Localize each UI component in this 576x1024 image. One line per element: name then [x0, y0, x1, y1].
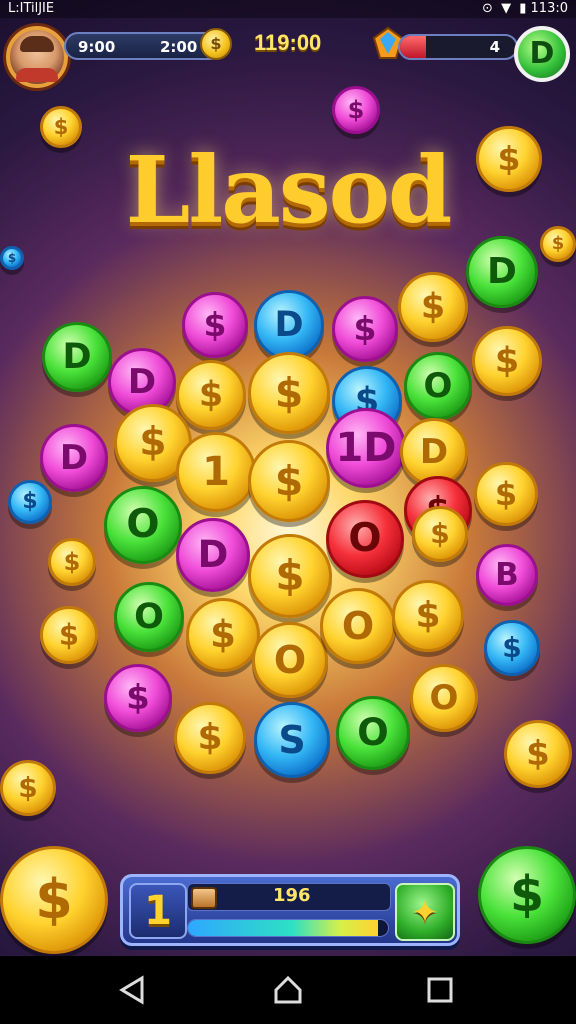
gold-coin[interactable]: $: [248, 440, 330, 522]
pink-coin[interactable]: $: [332, 86, 380, 134]
gold-coin[interactable]: $: [248, 534, 332, 618]
pink-coin[interactable]: D: [176, 518, 250, 592]
gold-coin[interactable]: $: [540, 226, 576, 262]
avatar-shirt: [16, 68, 58, 82]
health-fill: [400, 36, 426, 58]
wifi-icon: ▼: [501, 1, 512, 16]
blue-coin[interactable]: D: [254, 290, 324, 360]
level-button[interactable]: 1: [129, 883, 187, 939]
health-bar: 4: [398, 34, 518, 60]
chest-icon: [191, 887, 217, 909]
back-icon[interactable]: [112, 970, 152, 1010]
player-avatar[interactable]: [6, 26, 68, 88]
pink-coin[interactable]: $: [182, 292, 248, 358]
green-coin[interactable]: O: [104, 486, 182, 564]
gold-coin[interactable]: $: [174, 702, 246, 774]
gold-coin[interactable]: O: [252, 622, 328, 698]
progress-fill: [188, 920, 378, 936]
status-bar: L:ITilJIE ⊙ ▼ ▮ 113:0: [0, 0, 576, 18]
blue-coin[interactable]: $: [484, 620, 540, 676]
green-coin[interactable]: D: [466, 236, 538, 308]
avatar-hair: [20, 36, 54, 52]
green-coin[interactable]: $: [478, 846, 576, 944]
pink-coin[interactable]: 1D: [326, 408, 406, 488]
coin-count: 196: [273, 885, 311, 906]
game-scene: L:ITilJIE ⊙ ▼ ▮ 113:0 9:00 2:00 $ 119:00…: [0, 0, 576, 1024]
home-icon[interactable]: [268, 970, 308, 1010]
score-counter: 119:00: [254, 30, 322, 55]
gold-coin[interactable]: $: [398, 272, 468, 342]
star-bonus-button[interactable]: ✦: [395, 883, 455, 941]
gold-coin[interactable]: $: [0, 846, 108, 954]
gold-coin[interactable]: O: [320, 588, 396, 664]
gold-coin[interactable]: $: [0, 760, 56, 816]
gold-coin[interactable]: $: [176, 360, 246, 430]
status-left-text: L:ITilJIE: [8, 1, 55, 16]
gold-coin[interactable]: $: [392, 580, 464, 652]
gold-coin[interactable]: $: [412, 506, 468, 562]
system-nav-bar: [0, 956, 576, 1024]
gold-coin[interactable]: $: [248, 352, 330, 434]
health-value: 4: [489, 38, 500, 56]
pink-coin[interactable]: D: [40, 424, 108, 492]
battery-icon: ▮: [519, 1, 527, 16]
gold-coin[interactable]: $: [504, 720, 572, 788]
cash-shop-button[interactable]: D: [514, 26, 570, 82]
timer-left: 9:00: [78, 38, 116, 56]
status-clock: 113:0: [530, 1, 568, 16]
green-coin[interactable]: O: [404, 352, 472, 420]
pink-coin[interactable]: $: [104, 664, 172, 732]
gold-coin[interactable]: $: [40, 606, 98, 664]
gold-coin[interactable]: $: [474, 462, 538, 526]
blue-coin[interactable]: S: [254, 702, 330, 778]
gold-coin[interactable]: $: [40, 106, 82, 148]
pink-coin[interactable]: B: [476, 544, 538, 606]
gold-coin[interactable]: $: [48, 538, 96, 586]
gold-coin[interactable]: 1: [176, 432, 256, 512]
coin-icon: $: [200, 28, 232, 60]
top-hud: 9:00 2:00 $ 119:00 4 D: [0, 22, 576, 92]
progress-bar: [187, 919, 389, 937]
gold-coin[interactable]: $: [472, 326, 542, 396]
timer-right: 2:00: [160, 38, 198, 56]
green-coin[interactable]: D: [42, 322, 112, 392]
blue-coin[interactable]: $: [0, 246, 24, 270]
recents-icon[interactable]: [420, 970, 460, 1010]
bottom-hud: 1 196 ✦: [120, 874, 460, 946]
blue-coin[interactable]: $: [8, 480, 52, 524]
gold-coin[interactable]: $: [186, 598, 260, 672]
green-coin[interactable]: O: [114, 582, 184, 652]
gold-coin[interactable]: O: [410, 664, 478, 732]
pink-coin[interactable]: $: [332, 296, 398, 362]
red-coin[interactable]: O: [326, 500, 404, 578]
alarm-icon: ⊙: [482, 1, 493, 16]
gold-coin[interactable]: $: [476, 126, 542, 192]
green-coin[interactable]: O: [336, 696, 410, 770]
